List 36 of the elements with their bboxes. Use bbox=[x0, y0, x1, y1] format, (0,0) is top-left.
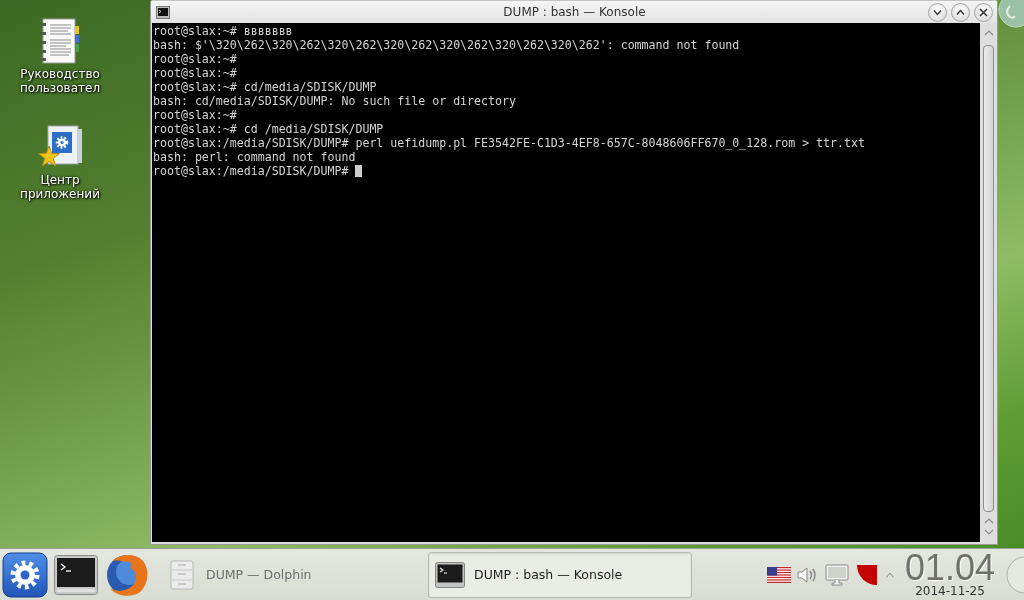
terminal-icon bbox=[435, 561, 465, 588]
desktop-icon-label[interactable]: Центр приложений bbox=[4, 173, 116, 201]
terminal-line: root@slax:~# cd/media/SDISK/DUMP bbox=[153, 80, 377, 94]
terminal-line: bash: perl: command not found bbox=[153, 150, 356, 164]
chevron-down-icon bbox=[933, 7, 942, 17]
scroll-up-icon[interactable] bbox=[983, 518, 994, 524]
terminal-line: bash: cd/media/SDISK/DUMP: No such file or directory bbox=[153, 94, 516, 108]
chevron-up-icon bbox=[956, 7, 965, 17]
clock-time[interactable]: 01.04 bbox=[904, 551, 996, 584]
terminal-line: root@slax:~# cd /media/SDISK/DUMP bbox=[153, 122, 384, 136]
terminal-line: root@slax:/media/SDISK/DUMP# perl uefidump.pl FE3542FE-C1D3-4EF8-657C-8048606FF670_0_128.rom > ttr.txt bbox=[153, 136, 865, 150]
scrollbar-thumb[interactable] bbox=[983, 45, 994, 512]
terminal-line: root@slax:~# bbox=[153, 52, 237, 66]
terminal-icon bbox=[156, 5, 170, 19]
software-box-icon[interactable] bbox=[37, 124, 83, 170]
terminal-line: bash: $'\320\262\320\262\320\262\320\262\320\262\320\262\320\262': command not found bbox=[153, 38, 740, 52]
taskbar-task[interactable]: DUMP — Dolphin bbox=[160, 551, 422, 598]
maximize-button[interactable] bbox=[951, 2, 970, 22]
terminal-icon[interactable] bbox=[54, 554, 98, 595]
close-button[interactable] bbox=[974, 2, 993, 22]
gear-tile-icon[interactable] bbox=[2, 551, 48, 598]
terminal-line: root@slax:~# bbox=[153, 108, 237, 122]
desktop-icon-label[interactable]: Руководство пользовател bbox=[4, 67, 116, 95]
clock-date: 2014-11-25 bbox=[915, 584, 985, 598]
window-title: DUMP : bash — Konsole bbox=[503, 5, 646, 19]
scroll-down-icon[interactable] bbox=[983, 529, 994, 535]
taskbar-task[interactable]: DUMP : bash — Konsole bbox=[428, 551, 692, 598]
minimize-button[interactable] bbox=[928, 2, 947, 22]
flag-icon[interactable] bbox=[767, 566, 791, 583]
terminal-line: root@slax:/media/SDISK/DUMP# bbox=[153, 164, 349, 178]
scroll-up-icon[interactable] bbox=[983, 30, 994, 36]
notebook-icon[interactable] bbox=[40, 18, 80, 64]
cabinet-icon bbox=[170, 559, 194, 590]
close-icon bbox=[979, 7, 988, 17]
terminal-line: root@slax:~# bbox=[153, 66, 237, 80]
terminal-line: root@slax:~# ввввввв bbox=[153, 24, 293, 38]
